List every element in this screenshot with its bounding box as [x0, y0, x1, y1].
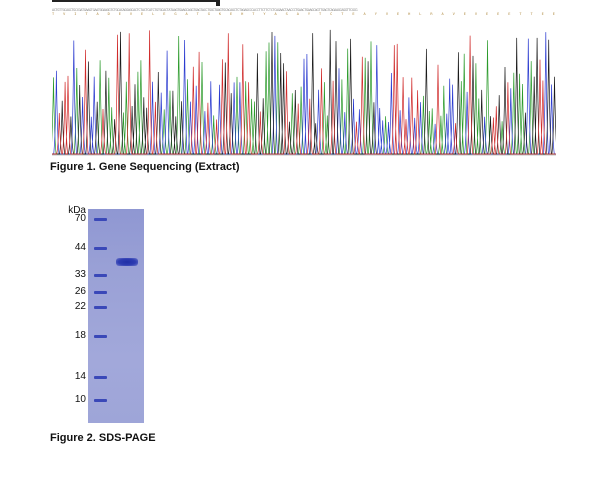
top-rule-tick — [216, 0, 220, 6]
mw-label-22: 22 — [74, 301, 86, 312]
ladder-band-22 — [94, 306, 107, 309]
figure1-caption: Figure 1. Gene Sequencing (Extract) — [50, 161, 240, 173]
mw-label-18: 18 — [74, 330, 86, 341]
mw-label-44: 44 — [74, 242, 86, 253]
ladder-band-10 — [94, 399, 107, 402]
sds-page-figure: kDa 70 44 33 26 22 18 14 10 — [56, 205, 156, 427]
sequencing-chromatogram: ACTGTTGCAGCTGCCGATGAAGTGAATGGAAGGTCTGCAC… — [52, 8, 556, 156]
sample-protein-band — [116, 257, 138, 266]
top-rule — [52, 0, 220, 2]
gel-image — [88, 209, 144, 423]
mw-label-26: 26 — [74, 286, 86, 297]
sequence-text: ACTGTTGCAGCTGCCGATGAAGTGAATGGAAGGTCTGCAC… — [52, 8, 556, 16]
ladder-band-70 — [94, 218, 107, 221]
ladder-band-44 — [94, 247, 107, 250]
figure2-caption: Figure 2. SDS-PAGE — [50, 432, 156, 444]
amino-acid-sequence: T V I T A D E V E L E G A T G K E H T Y … — [52, 12, 556, 16]
mw-label-10: 10 — [74, 394, 86, 405]
chromatogram-traces — [52, 29, 556, 156]
ladder-band-26 — [94, 291, 107, 294]
mw-label-14: 14 — [74, 371, 86, 382]
mw-label-70: 70 — [74, 213, 86, 224]
mw-label-33: 33 — [74, 269, 86, 280]
ladder-band-33 — [94, 274, 107, 277]
ladder-band-14 — [94, 376, 107, 379]
ladder-band-18 — [94, 335, 107, 338]
